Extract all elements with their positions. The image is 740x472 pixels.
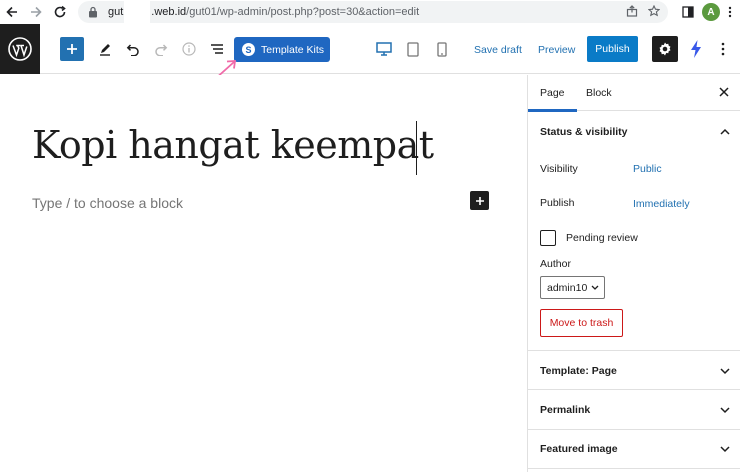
redacted-url-segment — [124, 1, 151, 23]
tab-page[interactable]: Page — [528, 87, 576, 112]
settings-sidebar: Page Block Status & visibility Visibilit… — [527, 75, 740, 472]
redo-button[interactable] — [149, 37, 173, 61]
chevron-down-icon — [591, 285, 599, 290]
chevron-down-icon — [720, 407, 730, 414]
bookmark-star-icon[interactable] — [647, 4, 661, 20]
template-kits-logo-icon: S — [242, 43, 255, 56]
list-view-icon — [211, 44, 223, 54]
browser-toolbar: gut .web.id /gut01/wp-admin/post.php?pos… — [0, 0, 740, 24]
desktop-preview-button[interactable] — [374, 39, 394, 59]
author-label: Author — [540, 258, 571, 270]
tablet-icon — [407, 41, 419, 57]
side-panel-icon[interactable] — [682, 6, 694, 18]
browser-menu-icon[interactable] — [728, 6, 732, 18]
plus-icon — [475, 196, 484, 205]
pending-review-checkbox[interactable] — [540, 230, 556, 246]
editor-canvas: Kopi hangat keempat Type / to choose a b… — [0, 75, 527, 472]
pencil-icon — [100, 44, 110, 56]
save-draft-button[interactable]: Save draft — [474, 44, 522, 56]
tab-block[interactable]: Block — [586, 87, 612, 99]
visibility-label: Visibility — [540, 163, 578, 175]
settings-button[interactable] — [652, 36, 678, 62]
lock-icon — [88, 5, 100, 19]
featured-image-panel-header[interactable]: Featured image — [528, 429, 740, 469]
editor-header: S Template Kits Save draft Preview Publi… — [0, 24, 740, 74]
move-to-trash-button[interactable]: Move to trash — [540, 309, 623, 337]
publish-label: Publish — [540, 197, 575, 209]
panel-title: Featured image — [540, 443, 618, 455]
jetpack-boost-icon[interactable] — [688, 38, 704, 60]
reload-icon[interactable] — [48, 0, 72, 24]
undo-icon — [126, 44, 139, 56]
pending-review-label[interactable]: Pending review — [566, 232, 638, 244]
back-icon[interactable] — [0, 0, 24, 24]
panel-title: Permalink — [540, 404, 591, 416]
gear-icon — [659, 42, 671, 56]
panel-title: Status & visibility — [540, 126, 628, 138]
author-select[interactable]: admin10 — [540, 276, 605, 299]
options-menu-icon[interactable] — [716, 38, 730, 60]
address-bar[interactable]: gut .web.id /gut01/wp-admin/post.php?pos… — [78, 1, 668, 23]
url-path: /gut01/wp-admin/post.php?post=30&action=… — [186, 6, 420, 18]
sidebar-tabs: Page Block — [528, 75, 740, 112]
wordpress-logo-icon[interactable] — [0, 24, 40, 74]
block-inserter-button[interactable] — [60, 37, 84, 61]
inline-block-inserter-button[interactable] — [470, 191, 489, 210]
chevron-down-icon — [720, 446, 730, 453]
details-button[interactable] — [177, 37, 201, 61]
visibility-value-link[interactable]: Public — [633, 163, 662, 175]
chevron-up-icon — [720, 128, 730, 135]
url-host-start: gut — [108, 6, 124, 18]
template-kits-button[interactable]: S Template Kits — [234, 37, 330, 62]
chevron-down-icon — [720, 368, 730, 375]
mobile-icon — [437, 41, 447, 57]
template-kits-label: Template Kits — [261, 43, 325, 56]
plus-icon — [67, 44, 77, 54]
undo-button[interactable] — [121, 37, 145, 61]
author-select-value: admin10 — [547, 281, 588, 294]
publish-button[interactable]: Publish — [587, 36, 638, 62]
mobile-preview-button[interactable] — [432, 39, 452, 59]
post-title[interactable]: Kopi hangat keempat — [32, 123, 434, 167]
close-sidebar-icon[interactable] — [717, 85, 731, 99]
desktop-icon — [376, 42, 392, 56]
profile-avatar[interactable]: A — [702, 3, 720, 21]
status-visibility-panel-header[interactable]: Status & visibility — [528, 112, 740, 152]
preview-button[interactable]: Preview — [538, 44, 575, 56]
forward-icon[interactable] — [24, 0, 48, 24]
template-panel-header[interactable]: Template: Page — [528, 350, 740, 390]
block-placeholder[interactable]: Type / to choose a block — [32, 195, 183, 211]
permalink-panel-header[interactable]: Permalink — [528, 390, 740, 430]
text-caret — [416, 121, 417, 175]
url-host-end: .web.id — [151, 6, 187, 18]
tablet-preview-button[interactable] — [403, 39, 423, 59]
redo-icon — [155, 44, 168, 56]
edit-tool-button[interactable] — [93, 37, 117, 61]
publish-date-link[interactable]: Immediately — [633, 198, 690, 210]
share-icon[interactable] — [626, 4, 638, 20]
info-icon — [182, 42, 196, 56]
panel-title: Template: Page — [540, 365, 617, 377]
